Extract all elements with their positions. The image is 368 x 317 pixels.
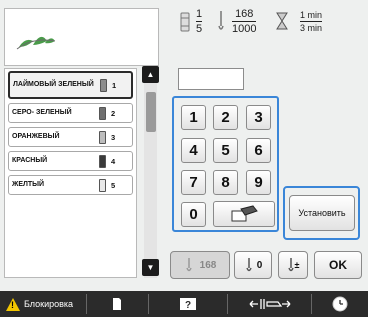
set-button[interactable]: Установить: [289, 195, 355, 231]
needle-icon: [246, 258, 252, 272]
color-current: 1: [196, 8, 203, 20]
stitch-total: 1000: [232, 23, 257, 35]
thread-number: 2: [111, 108, 116, 118]
thread-number: 5: [111, 180, 116, 190]
clear-button[interactable]: [213, 201, 275, 227]
thread-spool-icon: [99, 130, 106, 144]
warning-icon: !: [6, 297, 20, 311]
hourglass-icon: [276, 12, 288, 30]
thread-number: 4: [111, 156, 116, 166]
thread-spool-icon: [99, 106, 106, 120]
thread-number: 1: [112, 80, 117, 90]
thread-spool-icon: [100, 78, 107, 92]
step-value: 0: [256, 259, 263, 271]
embroidery-screen: ЛАЙМОВЫЙ ЗЕЛЕНЫЙ 1 СЕРО- ЗЕЛЕНЫЙ 2 ОРАНЖ…: [0, 0, 368, 317]
thread-item-3[interactable]: ОРАНЖЕВЫЙ 3: [8, 127, 133, 147]
thread-name: СЕРО- ЗЕЛЕНЫЙ: [12, 109, 72, 116]
page-icon: [113, 298, 122, 310]
svg-text:?: ?: [185, 300, 191, 311]
thread-name: ЛАЙМОВЫЙ ЗЕЛЕНЫЙ: [13, 81, 94, 88]
page-button[interactable]: [87, 291, 149, 317]
color-total: 5: [196, 23, 203, 35]
scrollbar-thumb[interactable]: [146, 92, 156, 132]
scroll-down-button[interactable]: ▼: [142, 259, 159, 276]
needle-icon: [287, 258, 294, 272]
time-total: 3 min: [300, 23, 323, 33]
thread-number: 3: [111, 132, 116, 142]
key-5[interactable]: 5: [213, 138, 238, 163]
thread-name: ОРАНЖЕВЫЙ: [12, 133, 60, 140]
help-button[interactable]: ?: [149, 291, 227, 317]
key-3[interactable]: 3: [246, 105, 271, 130]
step-button[interactable]: 0: [234, 251, 272, 279]
ok-button[interactable]: OK: [314, 251, 362, 279]
thread-name: КРАСНЫЙ: [12, 157, 48, 164]
scroll-up-button[interactable]: ▲: [142, 66, 159, 83]
clock-icon: [332, 296, 348, 312]
key-9[interactable]: 9: [246, 170, 271, 195]
key-4[interactable]: 4: [181, 138, 206, 163]
thread-spool-icon: [180, 12, 190, 32]
needle-icon: [218, 11, 224, 30]
stitch-counter: 168 1000: [232, 8, 257, 35]
key-6[interactable]: 6: [246, 138, 271, 163]
eraser-icon: [231, 205, 258, 222]
thread-item-4[interactable]: КРАСНЫЙ 4: [8, 151, 133, 171]
plus-minus-sign: ±: [294, 260, 300, 270]
thread-item-5[interactable]: ЖЕЛТЫЙ 5: [8, 175, 133, 195]
lock-label: Блокировка: [24, 299, 74, 309]
color-counter: 1 5: [196, 8, 203, 35]
thread-item-1[interactable]: ЛАЙМОВЫЙ ЗЕЛЕНЫЙ 1: [8, 71, 133, 99]
lock-button[interactable]: ! Блокировка: [0, 291, 86, 317]
presser-foot-button[interactable]: [228, 291, 312, 317]
thread-spool-icon: [99, 178, 106, 192]
help-icon: ?: [180, 298, 196, 311]
embroidery-preview: [4, 8, 159, 66]
thread-color-list: ЛАЙМОВЫЙ ЗЕЛЕНЫЙ 1 СЕРО- ЗЕЛЕНЫЙ 2 ОРАНЖ…: [4, 68, 137, 278]
status-bar: ! Блокировка ?: [0, 291, 368, 317]
plus-minus-button[interactable]: ±: [278, 251, 308, 279]
thread-spool-icon: [99, 154, 106, 168]
stitch-jump-value: 168: [199, 259, 217, 271]
stitch-jump-button[interactable]: 168: [170, 251, 230, 279]
thread-item-2[interactable]: СЕРО- ЗЕЛЕНЫЙ 2: [8, 103, 133, 123]
key-2[interactable]: 2: [213, 105, 238, 130]
needle-icon: [185, 258, 192, 272]
key-7[interactable]: 7: [181, 170, 206, 195]
time-elapsed: 1 min: [300, 10, 323, 20]
presser-foot-icon: [249, 299, 291, 309]
clock-button[interactable]: [312, 291, 368, 317]
value-input[interactable]: [178, 68, 244, 90]
key-1[interactable]: 1: [181, 105, 206, 130]
triangle-down-icon: ▼: [146, 262, 155, 272]
pattern-preview-image: [16, 36, 56, 50]
time-counter: 1 min 3 min: [300, 10, 323, 33]
key-8[interactable]: 8: [213, 170, 238, 195]
thread-name: ЖЕЛТЫЙ: [12, 181, 45, 188]
stitch-current: 168: [235, 8, 254, 20]
key-0[interactable]: 0: [181, 202, 206, 227]
triangle-up-icon: ▲: [146, 69, 155, 79]
